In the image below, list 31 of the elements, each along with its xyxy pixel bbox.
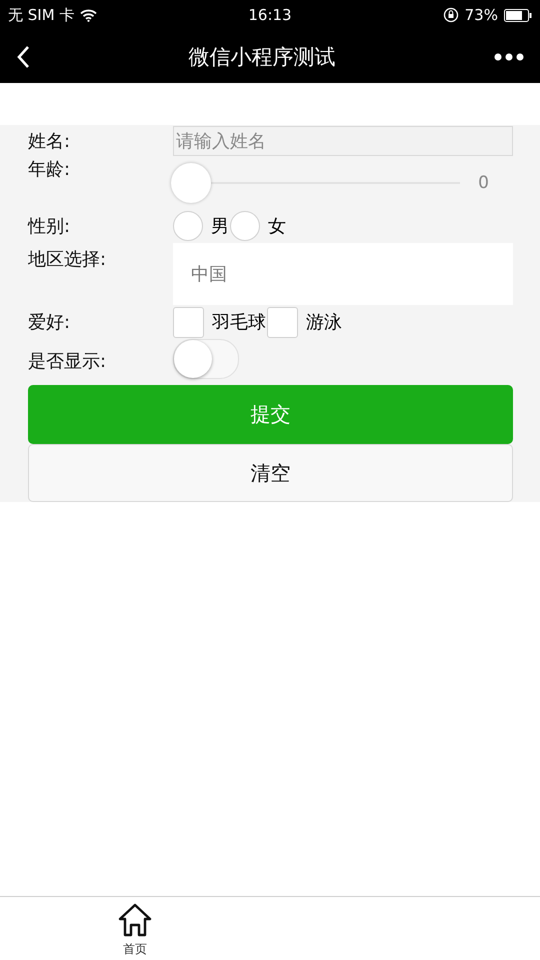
toggle-switch[interactable] [173, 339, 239, 379]
carrier-text: 无 SIM 卡 [8, 6, 74, 24]
field-label: 地区选择: [28, 248, 108, 271]
field-label: 爱好: [28, 311, 72, 334]
field-label: 姓名: [28, 130, 72, 153]
clear-button[interactable]: 清空 [28, 444, 513, 502]
radio-button[interactable] [230, 211, 260, 241]
radio-label: 男 [211, 215, 229, 238]
name-input[interactable]: 请输入姓名 [173, 126, 513, 156]
page-title: 微信小程序测试 [188, 44, 336, 70]
status-time: 16:13 [248, 6, 292, 24]
checkbox-label: 游泳 [306, 311, 342, 334]
home-icon [116, 901, 154, 939]
field-label: 年龄: [28, 158, 72, 181]
rotation-lock-icon [442, 7, 459, 23]
more-icon[interactable] [494, 52, 524, 60]
back-icon[interactable] [16, 44, 30, 68]
radio-label: 女 [268, 215, 286, 238]
region-picker[interactable]: 中国 [173, 243, 513, 305]
battery-percent: 73% [464, 6, 498, 24]
checkbox[interactable] [173, 306, 204, 338]
battery-icon [504, 8, 532, 22]
slider-value: 0 [478, 173, 489, 193]
field-label: 性别: [28, 215, 72, 238]
slider-thumb[interactable] [171, 163, 211, 203]
tab-item[interactable]: 首页 [0, 897, 270, 960]
wifi-icon [80, 8, 98, 22]
checkbox-label: 羽毛球 [212, 311, 266, 334]
field-label: 是否显示: [28, 350, 108, 373]
radio-button[interactable] [173, 211, 203, 241]
checkbox[interactable] [267, 306, 298, 338]
